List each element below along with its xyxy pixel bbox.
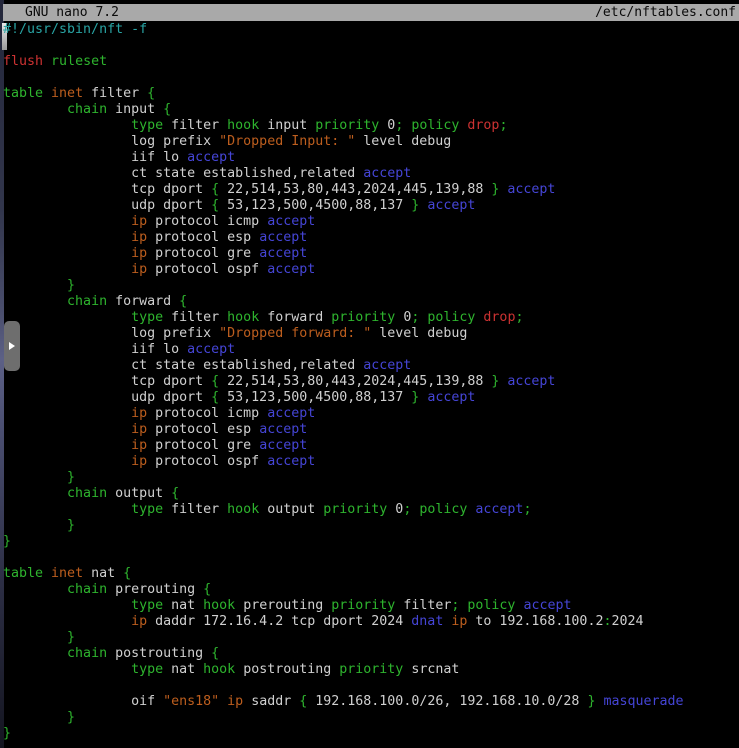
editor-line: ip protocol gre accept xyxy=(3,438,739,454)
editor-line: type nat hook prerouting priority filter… xyxy=(3,598,739,614)
editor-line: } xyxy=(3,630,739,646)
play-icon xyxy=(9,342,15,350)
editor-line: } xyxy=(3,726,739,742)
editor-line: flush ruleset xyxy=(3,54,739,70)
editor-line xyxy=(3,678,739,694)
editor-line: ip protocol icmp accept xyxy=(3,214,739,230)
nano-titlebar: GNU nano 7.2 /etc/nftables.conf xyxy=(3,4,739,21)
editor-line: } xyxy=(3,278,739,294)
editor-line: #!/usr/sbin/nft -f xyxy=(3,22,739,38)
editor-line: ip protocol gre accept xyxy=(3,246,739,262)
editor-line: log prefix "Dropped Input: " level debug xyxy=(3,134,739,150)
editor-line: log prefix "Dropped forward: " level deb… xyxy=(3,326,739,342)
editor-line: tcp dport { 22,514,53,80,443,2024,445,13… xyxy=(3,374,739,390)
editor-line: ip protocol icmp accept xyxy=(3,406,739,422)
editor-line: udp dport { 53,123,500,4500,88,137 } acc… xyxy=(3,198,739,214)
editor-line: iif lo accept xyxy=(3,150,739,166)
editor-line: udp dport { 53,123,500,4500,88,137 } acc… xyxy=(3,390,739,406)
editor-line: } xyxy=(3,518,739,534)
editor-line: chain postrouting { xyxy=(3,646,739,662)
editor-line: type filter hook input priority 0; polic… xyxy=(3,118,739,134)
editor-line: ip protocol ospf accept xyxy=(3,454,739,470)
editor-line: ip protocol esp accept xyxy=(3,230,739,246)
terminal-screen: GNU nano 7.2 /etc/nftables.conf #!/usr/s… xyxy=(0,0,739,748)
editor-line: tcp dport { 22,514,53,80,443,2024,445,13… xyxy=(3,182,739,198)
editor-line: iif lo accept xyxy=(3,342,739,358)
editor-line: oif "ens18" ip saddr { 192.168.100.0/26,… xyxy=(3,694,739,710)
editor-line xyxy=(3,70,739,86)
editor-line: chain output { xyxy=(3,486,739,502)
editor-line: chain input { xyxy=(3,102,739,118)
editor-line xyxy=(3,550,739,566)
panel-expand-handle[interactable] xyxy=(4,321,20,371)
editor-line: type filter hook forward priority 0; pol… xyxy=(3,310,739,326)
editor-line: table inet filter { xyxy=(3,86,739,102)
editor-line: chain prerouting { xyxy=(3,582,739,598)
editor-line: ip protocol esp accept xyxy=(3,422,739,438)
editor-line: } xyxy=(3,534,739,550)
editor-line: } xyxy=(3,470,739,486)
file-path: /etc/nftables.conf xyxy=(595,4,736,21)
editor-line: ip daddr 172.16.4.2 tcp dport 2024 dnat … xyxy=(3,614,739,630)
app-title: GNU nano 7.2 xyxy=(25,4,119,21)
editor-line xyxy=(3,38,739,54)
editor-line: } xyxy=(3,710,739,726)
editor-line: ct state established,related accept xyxy=(3,166,739,182)
editor-line: ct state established,related accept xyxy=(3,358,739,374)
editor-line: table inet nat { xyxy=(3,566,739,582)
editor-line: ip protocol ospf accept xyxy=(3,262,739,278)
editor-line: type nat hook postrouting priority srcna… xyxy=(3,662,739,678)
editor-line: chain forward { xyxy=(3,294,739,310)
editor-text[interactable]: #!/usr/sbin/nft -f flush ruleset table i… xyxy=(3,22,739,748)
editor-line: type filter hook output priority 0; poli… xyxy=(3,502,739,518)
